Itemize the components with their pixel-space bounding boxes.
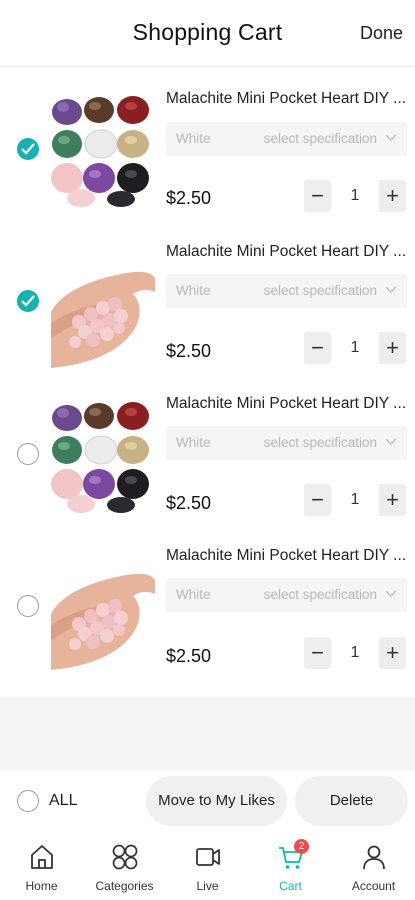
quantity-value[interactable]: 1 [331,484,379,516]
empty-area [0,697,415,770]
chevron-down-icon [385,438,397,445]
product-name[interactable]: Malachite Mini Pocket Heart DIY ... [166,395,406,413]
increase-button[interactable]: + [379,180,406,212]
tab-label: Account [351,879,396,893]
chevron-down-icon [385,590,397,597]
tab-categories[interactable]: Categories [83,841,166,893]
spec-color: White [176,587,211,602]
decrease-button[interactable]: − [304,332,331,364]
select-all-checkbox[interactable] [17,790,39,812]
decrease-button[interactable]: − [304,180,331,212]
spec-selector[interactable]: White select specification [166,122,407,156]
crystal-stones-image [51,398,155,514]
cart-item: Malachite Mini Pocket Heart DIY ... Whit… [0,542,415,694]
product-price: $2.50 [166,341,212,361]
product-price: $2.50 [166,493,212,513]
video-icon [195,848,220,866]
decrease-button[interactable]: − [304,484,331,516]
chevron-down-icon [385,134,397,141]
decrease-button[interactable]: − [304,637,331,669]
product-name[interactable]: Malachite Mini Pocket Heart DIY ... [166,547,406,565]
quantity-value[interactable]: 1 [331,180,379,212]
quantity-stepper: − 1 + [304,180,406,212]
crystal-stones-image [51,92,155,208]
move-to-likes-button[interactable]: Move to My Likes [146,776,287,826]
select-checkbox-checked[interactable] [17,138,39,160]
tab-label: Home [25,879,58,893]
product-name[interactable]: Malachite Mini Pocket Heart DIY ... [166,90,406,108]
spec-placeholder: select specification [263,587,377,602]
rose-quartz-hand-image [51,252,155,368]
quantity-stepper: − 1 + [304,637,406,669]
product-price: $2.50 [166,646,212,666]
product-image[interactable] [51,398,155,514]
quantity-stepper: − 1 + [304,484,406,516]
increase-button[interactable]: + [379,637,406,669]
select-checkbox[interactable] [17,443,39,465]
select-checkbox[interactable] [17,595,39,617]
spec-selector[interactable]: White select specification [166,274,407,308]
tab-label: Categories [95,879,154,893]
spec-color: White [176,283,211,298]
quantity-value[interactable]: 1 [331,332,379,364]
account-icon [362,845,385,870]
delete-button[interactable]: Delete [295,776,408,826]
product-name[interactable]: Malachite Mini Pocket Heart DIY ... [166,243,406,261]
cart-action-bar: ALL Move to My Likes Delete [0,770,415,835]
quantity-stepper: − 1 + [304,332,406,364]
categories-icon [112,844,137,870]
increase-button[interactable]: + [379,484,406,516]
cart-item: Malachite Mini Pocket Heart DIY ... Whit… [0,390,415,542]
chevron-down-icon [385,286,397,293]
product-image[interactable] [51,252,155,368]
select-checkbox-checked[interactable] [17,290,39,312]
page-title: Shopping Cart [132,19,283,45]
tab-label: Cart [279,879,302,893]
spec-selector[interactable]: White select specification [166,426,407,460]
product-image[interactable] [51,554,155,670]
spec-placeholder: select specification [263,131,377,146]
done-button[interactable]: Done [360,23,403,44]
quantity-value[interactable]: 1 [331,637,379,669]
home-icon [30,845,53,869]
check-icon [21,143,35,155]
bottom-tab-bar: Home Categories Live 2 Cart Account [0,835,415,900]
spec-placeholder: select specification [263,435,377,450]
tab-home[interactable]: Home [0,841,83,893]
product-price: $2.50 [166,188,212,208]
cart-item: Malachite Mini Pocket Heart DIY ... Whit… [0,238,415,390]
increase-button[interactable]: + [379,332,406,364]
product-image[interactable] [51,92,155,208]
spec-placeholder: select specification [263,283,377,298]
cart-count-badge: 2 [294,839,309,854]
tab-live[interactable]: Live [166,841,249,893]
select-all-label[interactable]: ALL [49,792,77,810]
tab-account[interactable]: Account [332,841,415,893]
cart-item: Malachite Mini Pocket Heart DIY ... Whit… [0,67,415,219]
spec-selector[interactable]: White select specification [166,578,407,612]
tab-label: Live [196,879,219,893]
rose-quartz-hand-image [51,554,155,670]
spec-color: White [176,435,211,450]
check-icon [21,295,35,307]
header: Shopping Cart Done [0,0,415,67]
spec-color: White [176,131,211,146]
tab-cart[interactable]: 2 Cart [249,839,332,893]
